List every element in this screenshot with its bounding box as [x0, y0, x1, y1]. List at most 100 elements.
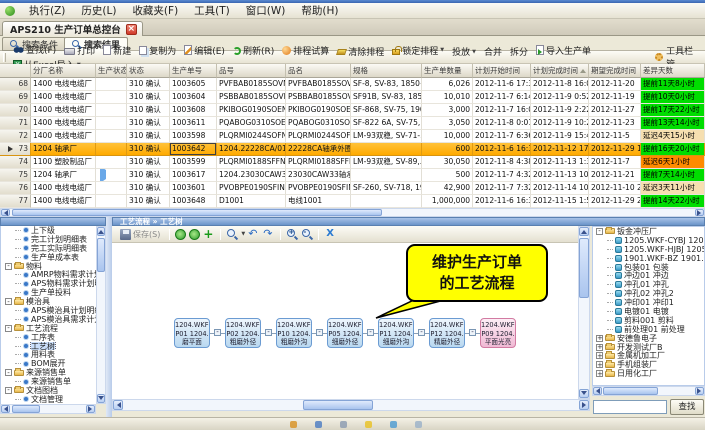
cell-production-status[interactable]	[96, 130, 127, 143]
column-header-12[interactable]: 差异天数	[641, 64, 705, 78]
toolbar-print[interactable]: 打印	[60, 44, 99, 57]
flow-connector-icon[interactable]	[214, 329, 221, 336]
row-gutter[interactable]: 75	[0, 169, 31, 182]
menu-item[interactable]: 帮助(H)	[293, 4, 346, 18]
cell-plan-finish[interactable]: 2012-11-13 1:30	[531, 156, 589, 169]
workcenter-item-安德鲁电子[interactable]: 安德鲁电子	[593, 334, 704, 343]
workcenter-item-日用化工厂[interactable]: 日用化工厂	[593, 369, 704, 378]
table-row[interactable]: 741100 塑胶制品厂310 确认1003599PLQRMI0188SFFN0…	[0, 156, 705, 169]
toolbar-calc[interactable]: 排程试算	[278, 44, 333, 57]
fit-view-icon[interactable]	[324, 228, 336, 240]
document-tab[interactable]: APS210 生产订单总控台	[2, 21, 143, 36]
table-row[interactable]: 731204 轴承厂310 确认10036421204.22228CA/0122…	[0, 143, 705, 156]
row-gutter[interactable]: 76	[0, 182, 31, 195]
sidebar-item-APS物料需求计划明[interactable]: APS物料需求计划明	[1, 279, 96, 288]
toolbar-clear[interactable]: 清除排程	[333, 45, 388, 58]
toolbar-refresh[interactable]: 刷新(R)	[229, 44, 278, 57]
flow-connector-icon[interactable]	[367, 329, 374, 336]
close-tab-icon[interactable]	[126, 24, 137, 35]
sidebar-item-生产单成本表[interactable]: 生产单成本表	[1, 253, 96, 262]
sidebar-item-用料表[interactable]: 用料表	[1, 350, 96, 359]
cell-item-no[interactable]: PLQRMI0244SOFN94502	[217, 130, 286, 143]
cell-status[interactable]: 310 确认	[127, 78, 170, 91]
cell-expect-finish[interactable]: 2012-11-29 23:00	[589, 195, 641, 208]
cell-expect-finish[interactable]: 2012-11-7	[589, 156, 641, 169]
cell-diff-days[interactable]: 提前17天22小时	[641, 104, 705, 117]
cell-item-no[interactable]: PSBBAB0185SOVN01201	[217, 91, 286, 104]
sidebar-item-文档图档[interactable]: 文档图档	[1, 386, 96, 395]
workcenter-item-剪料001 剪料[interactable]: 剪料001 剪料	[593, 316, 704, 325]
toolbar-find[interactable]: 查找(F)	[9, 43, 60, 56]
menu-item[interactable]: 执行(Z)	[21, 4, 73, 18]
cell-plan-finish[interactable]: 2012-11-13 10:32	[531, 169, 589, 182]
cell-spec[interactable]: SF-8, SV-83, 1850+...	[351, 78, 422, 91]
cell-diff-days[interactable]: 延迟4天15小时	[641, 130, 705, 143]
cell-plan-start[interactable]: 2012-11-8 4:38	[473, 156, 531, 169]
cell-qty[interactable]: 3,000	[422, 104, 473, 117]
cell-item-no[interactable]: PVOBPE0190SFIN01202	[217, 182, 286, 195]
cell-expect-finish[interactable]: 2012-11-21	[589, 169, 641, 182]
cell-plan-finish[interactable]: 2012-11-9 0:52	[531, 91, 589, 104]
cell-plan-finish[interactable]: 2012-11-9 15:43	[531, 130, 589, 143]
cell-expect-finish[interactable]: 2012-11-27	[589, 104, 641, 117]
cell-plan-finish[interactable]: 2012-11-9 10:29	[531, 117, 589, 130]
sidebar-item-BOM展开[interactable]: BOM展开	[1, 359, 96, 368]
cell-diff-days[interactable]: 提前16天20小时	[641, 143, 705, 156]
cell-plan-start[interactable]: 2012-11-7 6:36	[473, 130, 531, 143]
canvas-vscrollbar[interactable]	[578, 226, 590, 399]
cell-diff-days[interactable]: 提前11天8小时	[641, 78, 705, 91]
scroll-up-icon[interactable]	[97, 227, 105, 236]
table-row[interactable]: 711400 电线电缆厂310 确认1003611PQABOG0310SOEN0…	[0, 117, 705, 130]
sidebar-item-文档管理[interactable]: 文档管理	[1, 395, 96, 404]
cell-order-no[interactable]: 1003605	[170, 78, 217, 91]
cell-qty[interactable]: 6,026	[422, 78, 473, 91]
scroll-down-icon[interactable]	[579, 389, 589, 398]
cell-item-name[interactable]: PQABOG0310SOEN01205	[286, 117, 351, 130]
workcenter-item-手机组装厂[interactable]: 手机组装厂	[593, 360, 704, 369]
toolbar-new[interactable]: 新建	[99, 44, 135, 57]
cell-spec[interactable]	[351, 195, 422, 208]
left-tree-vscrollbar[interactable]	[96, 226, 106, 404]
save-button[interactable]: 保存(S)	[116, 228, 164, 241]
toolbar-lock[interactable]: 锁定排程	[388, 44, 448, 57]
cell-item-name[interactable]: PVFBAB0185SOVNT4101	[286, 78, 351, 91]
column-header-0[interactable]	[0, 64, 31, 78]
row-gutter[interactable]: 70	[0, 104, 31, 117]
scroll-left-icon[interactable]	[113, 400, 123, 410]
toolbar-copy[interactable]: 复制为	[135, 44, 180, 57]
cell-status[interactable]: 310 确认	[127, 130, 170, 143]
scroll-thumb[interactable]	[603, 387, 658, 395]
cell-factory[interactable]: 1400 电线电缆厂	[31, 130, 96, 143]
cell-order-no[interactable]: 1003611	[170, 117, 217, 130]
column-header-2[interactable]: 生产状态	[96, 64, 127, 78]
cell-item-no[interactable]: 1204.23030CAW33/02	[217, 169, 286, 182]
cell-spec[interactable]	[351, 169, 422, 182]
cell-production-status[interactable]	[96, 143, 127, 156]
cell-qty[interactable]: 600	[422, 143, 473, 156]
cell-status[interactable]: 310 确认	[127, 143, 170, 156]
sidebar-item-工艺流程[interactable]: 工艺流程	[1, 324, 96, 333]
workcenter-item-钣金冲压厂[interactable]: 钣金冲压厂	[593, 227, 704, 236]
row-gutter[interactable]: 71	[0, 117, 31, 130]
column-header-10[interactable]: 计划完成时间	[531, 64, 589, 78]
expand-icon[interactable]	[596, 352, 603, 359]
flow-node[interactable]: 1204.WKF- P12 1204. 精磨外径	[429, 318, 465, 348]
left-tree-hscrollbar[interactable]	[0, 404, 96, 414]
cell-expect-finish[interactable]: 2012-11-20	[589, 78, 641, 91]
row-gutter[interactable]: 74	[0, 156, 31, 169]
cell-diff-days[interactable]: 提前14天22小时	[641, 195, 705, 208]
cell-item-no[interactable]: 1204.22228CA/01	[217, 143, 286, 156]
cell-item-name[interactable]: PLQRMI0188SFFN01202	[286, 156, 351, 169]
undo-icon[interactable]	[248, 228, 260, 240]
toolbar-edit[interactable]: 编辑(E)	[180, 44, 229, 57]
cell-expect-finish[interactable]: 2012-11-23	[589, 117, 641, 130]
refresh-back-icon[interactable]	[175, 229, 186, 240]
column-header-9[interactable]: 计划开始时间	[473, 64, 531, 78]
collapse-icon[interactable]	[5, 298, 12, 305]
cell-factory[interactable]: 1400 电线电缆厂	[31, 104, 96, 117]
cell-item-name[interactable]: PKIBOG0190SOEN01205	[286, 104, 351, 117]
flow-connector-icon[interactable]	[316, 329, 323, 336]
flow-node[interactable]: 1204.WKF- P05 1204. 细磨外径	[327, 318, 363, 348]
scroll-thumb[interactable]	[12, 209, 382, 216]
sidebar-item-来源销售单[interactable]: 来源销售单	[1, 377, 96, 386]
